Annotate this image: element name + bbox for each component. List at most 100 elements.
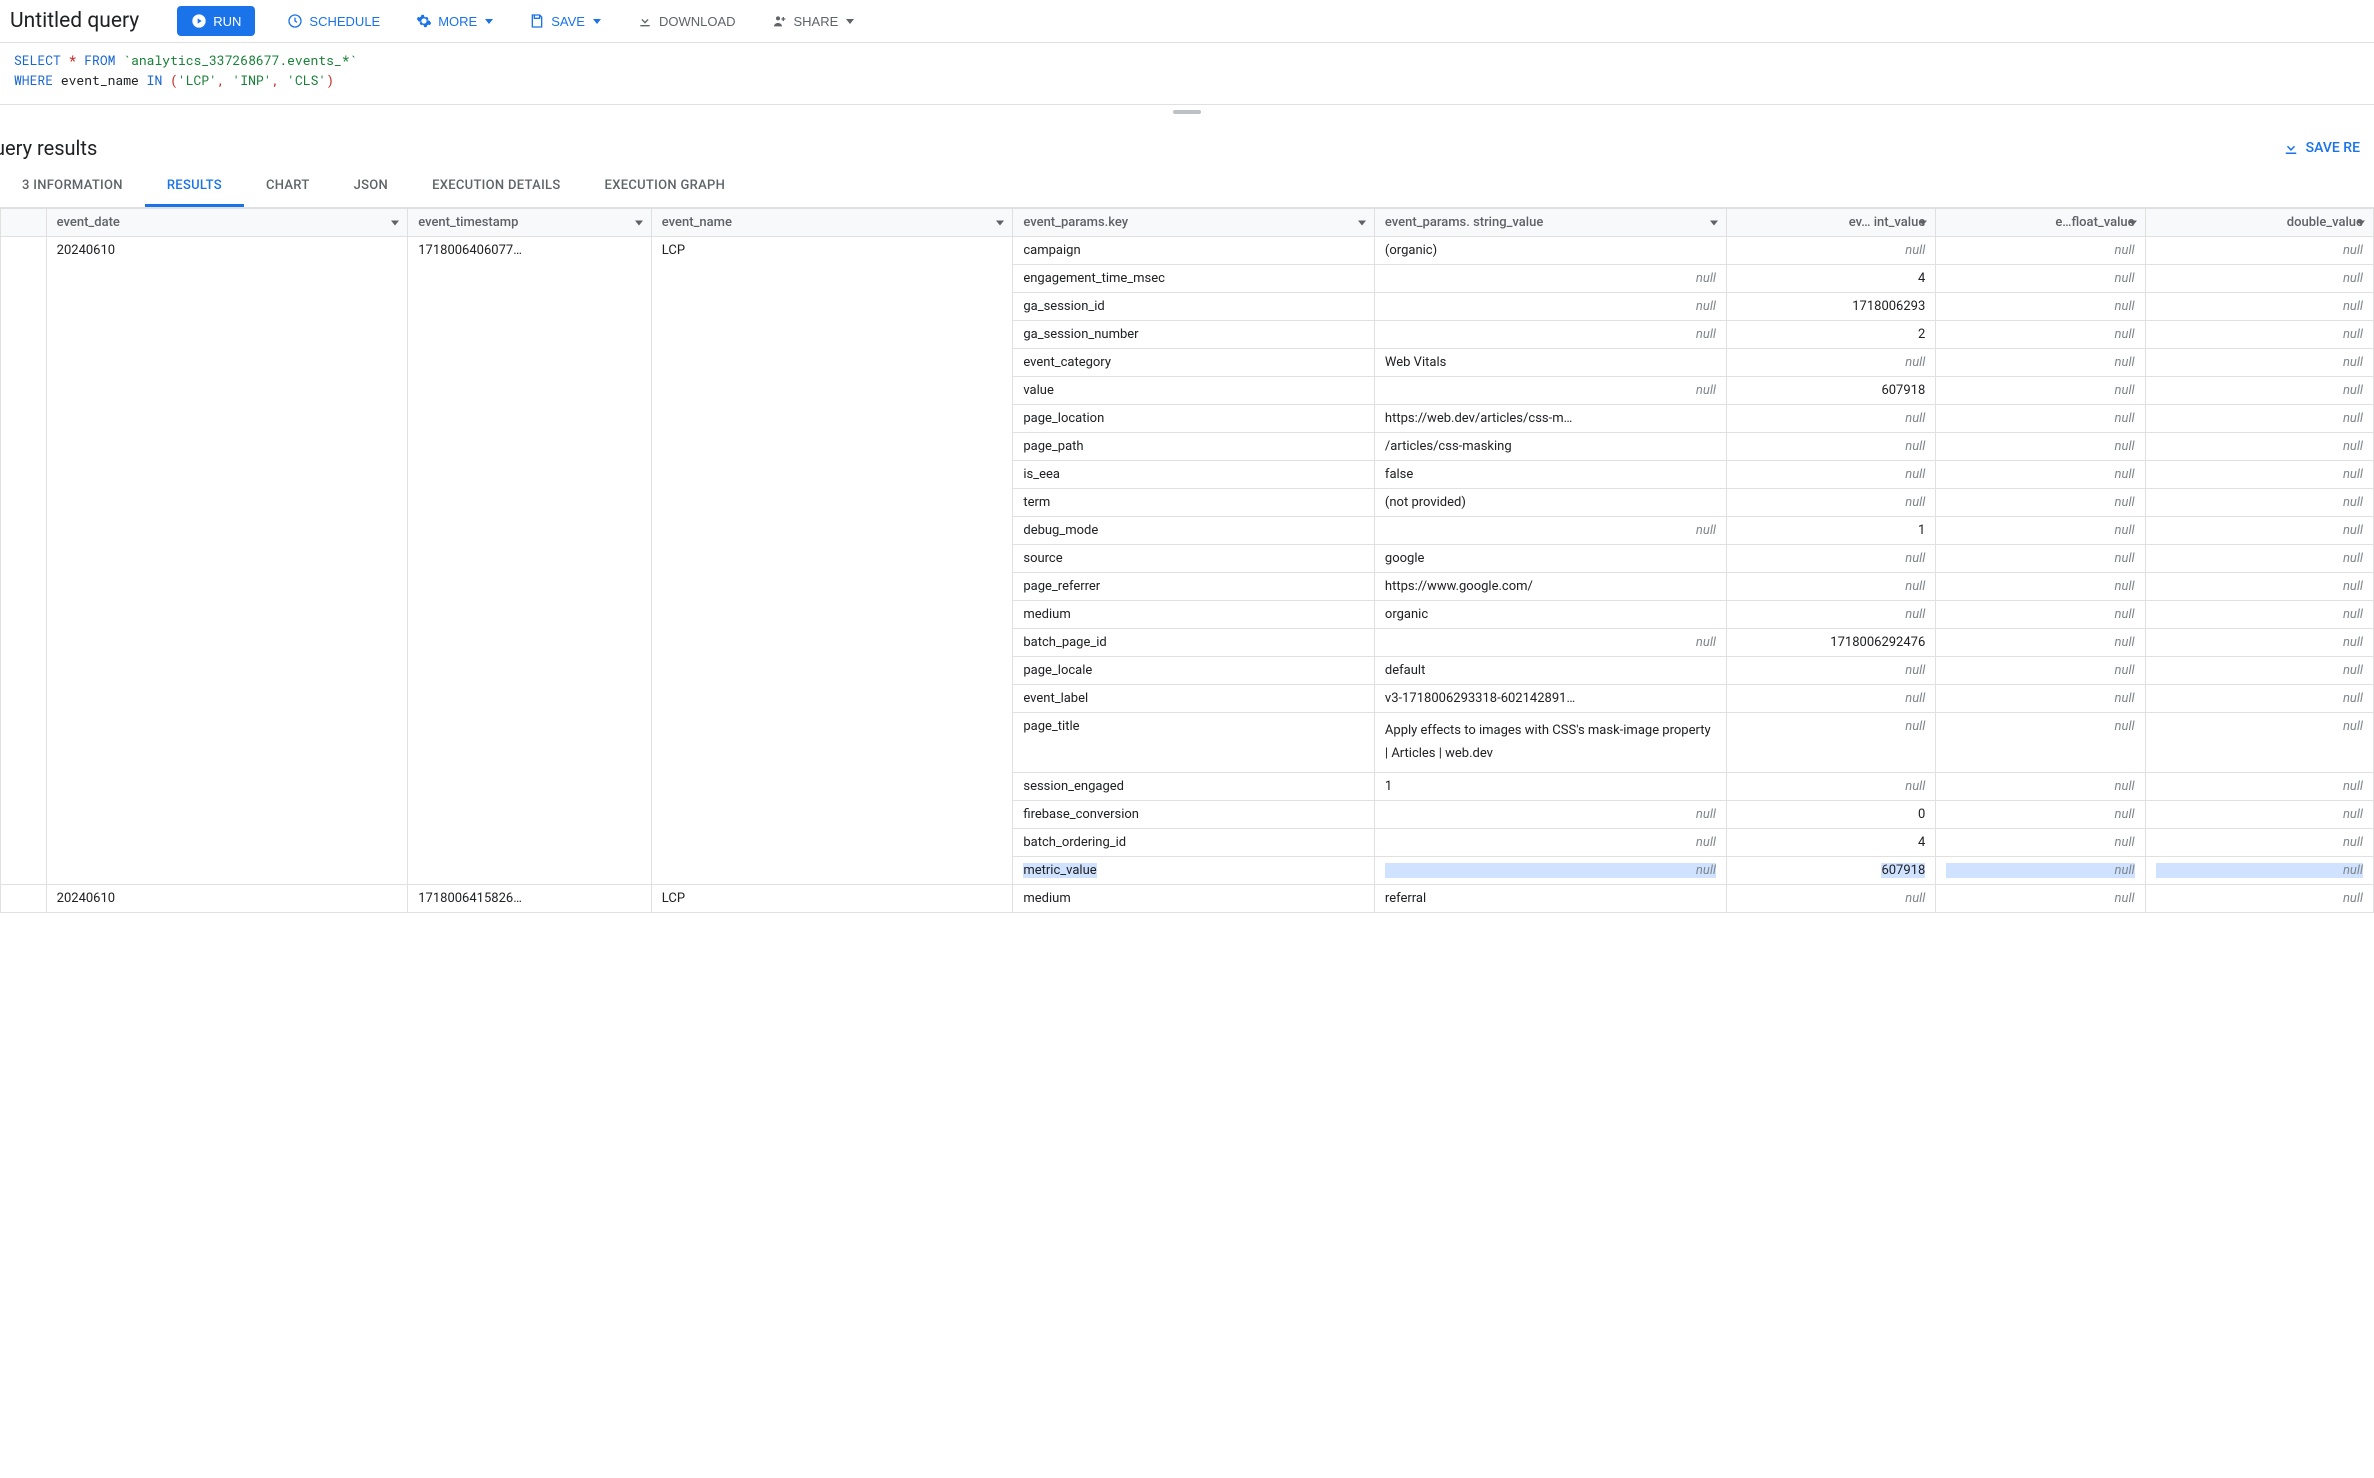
sql-editor[interactable]: SELECT * FROM `analytics_337268677.event…: [0, 43, 2374, 104]
tab-execution-graph[interactable]: EXECUTION GRAPH: [583, 164, 748, 207]
chevron-down-icon: [1710, 220, 1718, 225]
save-results-button[interactable]: SAVE RE: [2282, 139, 2360, 157]
cell: null: [2145, 433, 2373, 461]
cell: null: [1374, 800, 1726, 828]
cell: null: [1726, 237, 1935, 265]
col-event-params-double-value[interactable]: double_value: [2145, 209, 2373, 237]
col-row-number[interactable]: [1, 209, 47, 237]
cell: false: [1374, 461, 1726, 489]
cell: default: [1374, 657, 1726, 685]
cell: medium: [1013, 884, 1375, 912]
cell: null: [2145, 405, 2373, 433]
results-tabs: 3 INFORMATION RESULTS CHART JSON EXECUTI…: [0, 164, 2374, 208]
table-row: 202406101718006406077…LCPcampaign(organi…: [1, 237, 2374, 265]
cell: https://www.google.com/: [1374, 573, 1726, 601]
cell: null: [1374, 828, 1726, 856]
pane-splitter[interactable]: [0, 104, 2374, 118]
query-title[interactable]: Untitled query: [10, 9, 139, 33]
tab-results[interactable]: RESULTS: [145, 164, 244, 207]
cell: null: [1936, 405, 2145, 433]
cell: 1718006406077…: [408, 237, 652, 885]
cell: term: [1013, 489, 1375, 517]
cell: 4: [1726, 265, 1935, 293]
play-icon: [191, 13, 207, 29]
more-button[interactable]: MORE: [412, 7, 497, 35]
run-button[interactable]: RUN: [177, 6, 255, 36]
cell: null: [1936, 856, 2145, 884]
download-icon: [2282, 139, 2300, 157]
cell-row-number: [1, 237, 47, 885]
cell: null: [2145, 489, 2373, 517]
cell: null: [2145, 293, 2373, 321]
chevron-down-icon: [2129, 220, 2137, 225]
col-event-params-string-value[interactable]: event_params. string_value: [1374, 209, 1726, 237]
cell: null: [1374, 517, 1726, 545]
cell: 607918: [1726, 377, 1935, 405]
results-title: uery results: [0, 136, 97, 160]
drag-handle-icon: [1173, 110, 1201, 114]
chevron-down-icon: [1919, 220, 1927, 225]
cell: (organic): [1374, 237, 1726, 265]
cell: null: [1374, 629, 1726, 657]
cell: campaign: [1013, 237, 1375, 265]
cell: null: [1936, 321, 2145, 349]
cell: null: [1936, 265, 2145, 293]
cell: null: [2145, 461, 2373, 489]
cell: (not provided): [1374, 489, 1726, 517]
col-event-params-int-value[interactable]: ev… int_value: [1726, 209, 1935, 237]
tab-chart[interactable]: CHART: [244, 164, 332, 207]
cell: 0: [1726, 800, 1935, 828]
col-event-date[interactable]: event_date: [46, 209, 408, 237]
cell: value: [1013, 377, 1375, 405]
cell: null: [2145, 657, 2373, 685]
cell: null: [1936, 657, 2145, 685]
cell: null: [1374, 856, 1726, 884]
cell: null: [1936, 545, 2145, 573]
download-button[interactable]: DOWNLOAD: [633, 7, 740, 35]
cell: 607918: [1726, 856, 1935, 884]
cell: 20240610: [46, 884, 408, 912]
chevron-down-icon: [846, 19, 854, 24]
cell: page_path: [1013, 433, 1375, 461]
cell: metric_value: [1013, 856, 1375, 884]
cell: null: [1726, 545, 1935, 573]
cell: null: [1726, 713, 1935, 773]
tab-job-information[interactable]: 3 INFORMATION: [0, 164, 145, 207]
cell: null: [2145, 713, 2373, 773]
cell: 4: [1726, 828, 1935, 856]
cell: is_eea: [1013, 461, 1375, 489]
schedule-button[interactable]: SCHEDULE: [283, 7, 384, 35]
cell: null: [1374, 377, 1726, 405]
col-event-params-float-value[interactable]: e…float_value: [1936, 209, 2145, 237]
cell: firebase_conversion: [1013, 800, 1375, 828]
col-event-name[interactable]: event_name: [651, 209, 1013, 237]
cell: null: [1936, 489, 2145, 517]
cell: medium: [1013, 601, 1375, 629]
cell: null: [1936, 800, 2145, 828]
share-button[interactable]: SHARE: [768, 7, 859, 35]
cell: LCP: [651, 884, 1013, 912]
tab-execution-details[interactable]: EXECUTION DETAILS: [410, 164, 582, 207]
cell: null: [1726, 433, 1935, 461]
cell: null: [2145, 772, 2373, 800]
cell: LCP: [651, 237, 1013, 885]
save-button[interactable]: SAVE: [525, 7, 605, 35]
cell: organic: [1374, 601, 1726, 629]
cell: null: [2145, 265, 2373, 293]
cell: null: [2145, 237, 2373, 265]
cell: null: [1936, 433, 2145, 461]
cell: event_label: [1013, 685, 1375, 713]
gear-icon: [416, 13, 432, 29]
results-header: uery results SAVE RE: [0, 118, 2374, 164]
col-event-params-key[interactable]: event_params.key: [1013, 209, 1375, 237]
tab-json[interactable]: JSON: [332, 164, 410, 207]
cell: null: [1374, 265, 1726, 293]
cell: null: [1936, 461, 2145, 489]
cell: Web Vitals: [1374, 349, 1726, 377]
col-event-timestamp[interactable]: event_timestamp: [408, 209, 652, 237]
cell: 1718006415826…: [408, 884, 652, 912]
cell: null: [1936, 601, 2145, 629]
chevron-down-icon: [593, 19, 601, 24]
cell: v3-1718006293318-602142891…: [1374, 685, 1726, 713]
cell: referral: [1374, 884, 1726, 912]
